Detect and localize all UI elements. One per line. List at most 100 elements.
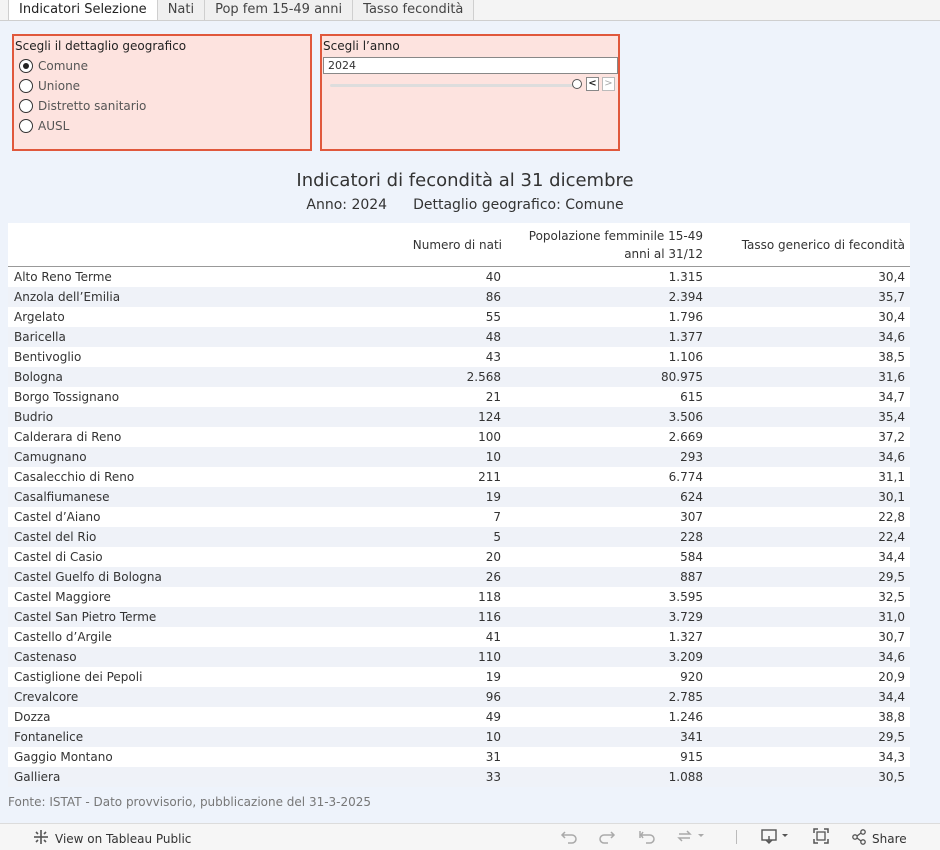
- popolazione-cell: 6.774: [668, 470, 703, 484]
- popolazione-cell: 3.209: [668, 650, 703, 664]
- year-input[interactable]: 2024: [323, 57, 618, 74]
- table-row[interactable]: Borgo Tossignano 21 615 34,7: [8, 387, 910, 407]
- year-slider-handle[interactable]: [572, 79, 582, 89]
- toolbar-divider: [736, 830, 737, 844]
- radio-label: AUSL: [38, 119, 70, 133]
- table-row[interactable]: Camugnano 10 293 34,6: [8, 447, 910, 467]
- radio-icon[interactable]: [19, 119, 33, 133]
- nati-cell: 49: [485, 710, 501, 724]
- tasso-cell: 34,4: [878, 550, 905, 564]
- table-row[interactable]: Castello d’Argile 41 1.327 30,7: [8, 627, 910, 647]
- fullscreen-icon[interactable]: [812, 828, 830, 848]
- table-row[interactable]: Budrio 124 3.506 35,4: [8, 407, 910, 427]
- popolazione-cell: 80.975: [661, 370, 703, 384]
- table-row[interactable]: Castel Maggiore 118 3.595 32,5: [8, 587, 910, 607]
- tasso-cell: 34,6: [878, 450, 905, 464]
- table-row[interactable]: Crevalcore 96 2.785 34,4: [8, 687, 910, 707]
- year-next-button[interactable]: >: [602, 77, 615, 91]
- radio-label: Distretto sanitario: [38, 99, 147, 113]
- table-row[interactable]: Bologna 2.568 80.975 31,6: [8, 367, 910, 387]
- comune-cell: Calderara di Reno: [14, 430, 122, 444]
- table-row[interactable]: Argelato 55 1.796 30,4: [8, 307, 910, 327]
- tasso-cell: 38,8: [878, 710, 905, 724]
- table-row[interactable]: Castiglione dei Pepoli 19 920 20,9: [8, 667, 910, 687]
- radio-ausl[interactable]: AUSL: [19, 119, 69, 133]
- year-filter-title: Scegli l’anno: [323, 39, 400, 53]
- radio-comune[interactable]: Comune: [19, 59, 88, 73]
- nati-cell: 96: [485, 690, 501, 704]
- table-body: Alto Reno Terme 40 1.315 30,4 Anzola dell’Em…: [8, 267, 910, 787]
- table-row[interactable]: Bentivoglio 43 1.106 38,5: [8, 347, 910, 367]
- year-filter-panel: Scegli l’anno 2024 < >: [320, 34, 620, 151]
- tasso-cell: 30,4: [878, 270, 905, 284]
- radio-label: Unione: [38, 79, 81, 93]
- comune-cell: Castel San Pietro Terme: [14, 610, 157, 624]
- share-button[interactable]: Share: [851, 829, 907, 849]
- tab-pop-fem[interactable]: Pop fem 15-49 anni: [205, 0, 354, 20]
- sheet-tabs: Indicatori Selezione Nati Pop fem 15-49 …: [0, 0, 940, 21]
- table-row[interactable]: Baricella 48 1.377 34,6: [8, 327, 910, 347]
- column-header-popolazione[interactable]: Popolazione femminile 15-49 anni al 31/1…: [503, 227, 703, 263]
- year-slider-track[interactable]: [330, 84, 576, 87]
- column-header-nati[interactable]: Numero di nati: [413, 236, 502, 254]
- table-row[interactable]: Calderara di Reno 100 2.669 37,2: [8, 427, 910, 447]
- radio-checked-icon[interactable]: [19, 59, 33, 73]
- subtitle: Anno: 2024 Dettaglio geografico: Comune: [0, 197, 930, 213]
- popolazione-cell: 624: [680, 490, 703, 504]
- popolazione-cell: 915: [680, 750, 703, 764]
- tasso-cell: 29,5: [878, 570, 905, 584]
- nati-cell: 19: [485, 490, 501, 504]
- comune-cell: Castel di Casio: [14, 550, 103, 564]
- comune-cell: Casalecchio di Reno: [14, 470, 135, 484]
- tasso-cell: 34,6: [878, 650, 905, 664]
- revert-icon[interactable]: [638, 828, 656, 848]
- tasso-cell: 38,5: [878, 350, 905, 364]
- radio-icon[interactable]: [19, 99, 33, 113]
- column-header-tasso[interactable]: Tasso generico di fecondità: [742, 236, 905, 254]
- table-header: Numero di nati Popolazione femminile 15-…: [8, 223, 910, 267]
- nati-cell: 5: [493, 530, 501, 544]
- tab-tasso-fecondita[interactable]: Tasso fecondità: [353, 0, 475, 20]
- table-row[interactable]: Castenaso 110 3.209 34,6: [8, 647, 910, 667]
- table-row[interactable]: Casalecchio di Reno 211 6.774 31,1: [8, 467, 910, 487]
- radio-distretto[interactable]: Distretto sanitario: [19, 99, 146, 113]
- bottom-toolbar: View on Tableau Public Share: [0, 823, 940, 850]
- comune-cell: Castel del Rio: [14, 530, 97, 544]
- table-row[interactable]: Castel d’Aiano 7 307 22,8: [8, 507, 910, 527]
- refresh-icon[interactable]: [676, 828, 706, 848]
- year-prev-button[interactable]: <: [586, 77, 599, 91]
- table-row[interactable]: Castel Guelfo di Bologna 26 887 29,5: [8, 567, 910, 587]
- page-title: Indicatori di fecondità al 31 dicembre: [296, 170, 634, 191]
- table-row[interactable]: Anzola dell’Emilia 86 2.394 35,7: [8, 287, 910, 307]
- table-row[interactable]: Alto Reno Terme 40 1.315 30,4: [8, 267, 910, 287]
- table-row[interactable]: Casalfiumanese 19 624 30,1: [8, 487, 910, 507]
- nati-cell: 55: [485, 310, 501, 324]
- tab-indicatori-selezione[interactable]: Indicatori Selezione: [8, 0, 158, 20]
- nati-cell: 41: [485, 630, 501, 644]
- popolazione-cell: 1.796: [668, 310, 703, 324]
- download-icon[interactable]: [760, 828, 792, 848]
- view-on-tableau-button[interactable]: View on Tableau Public: [33, 829, 191, 849]
- radio-icon[interactable]: [19, 79, 33, 93]
- table-row[interactable]: Castel di Casio 20 584 34,4: [8, 547, 910, 567]
- nati-cell: 7: [493, 510, 501, 524]
- table-row[interactable]: Castel San Pietro Terme 116 3.729 31,0: [8, 607, 910, 627]
- table-row[interactable]: Dozza 49 1.246 38,8: [8, 707, 910, 727]
- comune-cell: Dozza: [14, 710, 51, 724]
- undo-icon[interactable]: [560, 828, 578, 848]
- table-row[interactable]: Galliera 33 1.088 30,5: [8, 767, 910, 787]
- tasso-cell: 34,7: [878, 390, 905, 404]
- radio-unione[interactable]: Unione: [19, 79, 80, 93]
- source-note: Fonte: ISTAT - Dato provvisorio, pubblic…: [8, 795, 372, 809]
- nati-cell: 20: [485, 550, 501, 564]
- comune-cell: Alto Reno Terme: [14, 270, 112, 284]
- subtitle-dettaglio: Dettaglio geografico: Comune: [413, 197, 624, 213]
- table-row[interactable]: Castel del Rio 5 228 22,4: [8, 527, 910, 547]
- comune-cell: Baricella: [14, 330, 66, 344]
- table-row[interactable]: Fontanelice 10 341 29,5: [8, 727, 910, 747]
- tasso-cell: 30,1: [878, 490, 905, 504]
- popolazione-cell: 2.669: [668, 430, 703, 444]
- tab-nati[interactable]: Nati: [157, 0, 206, 20]
- redo-icon[interactable]: [598, 828, 616, 848]
- table-row[interactable]: Gaggio Montano 31 915 34,3: [8, 747, 910, 767]
